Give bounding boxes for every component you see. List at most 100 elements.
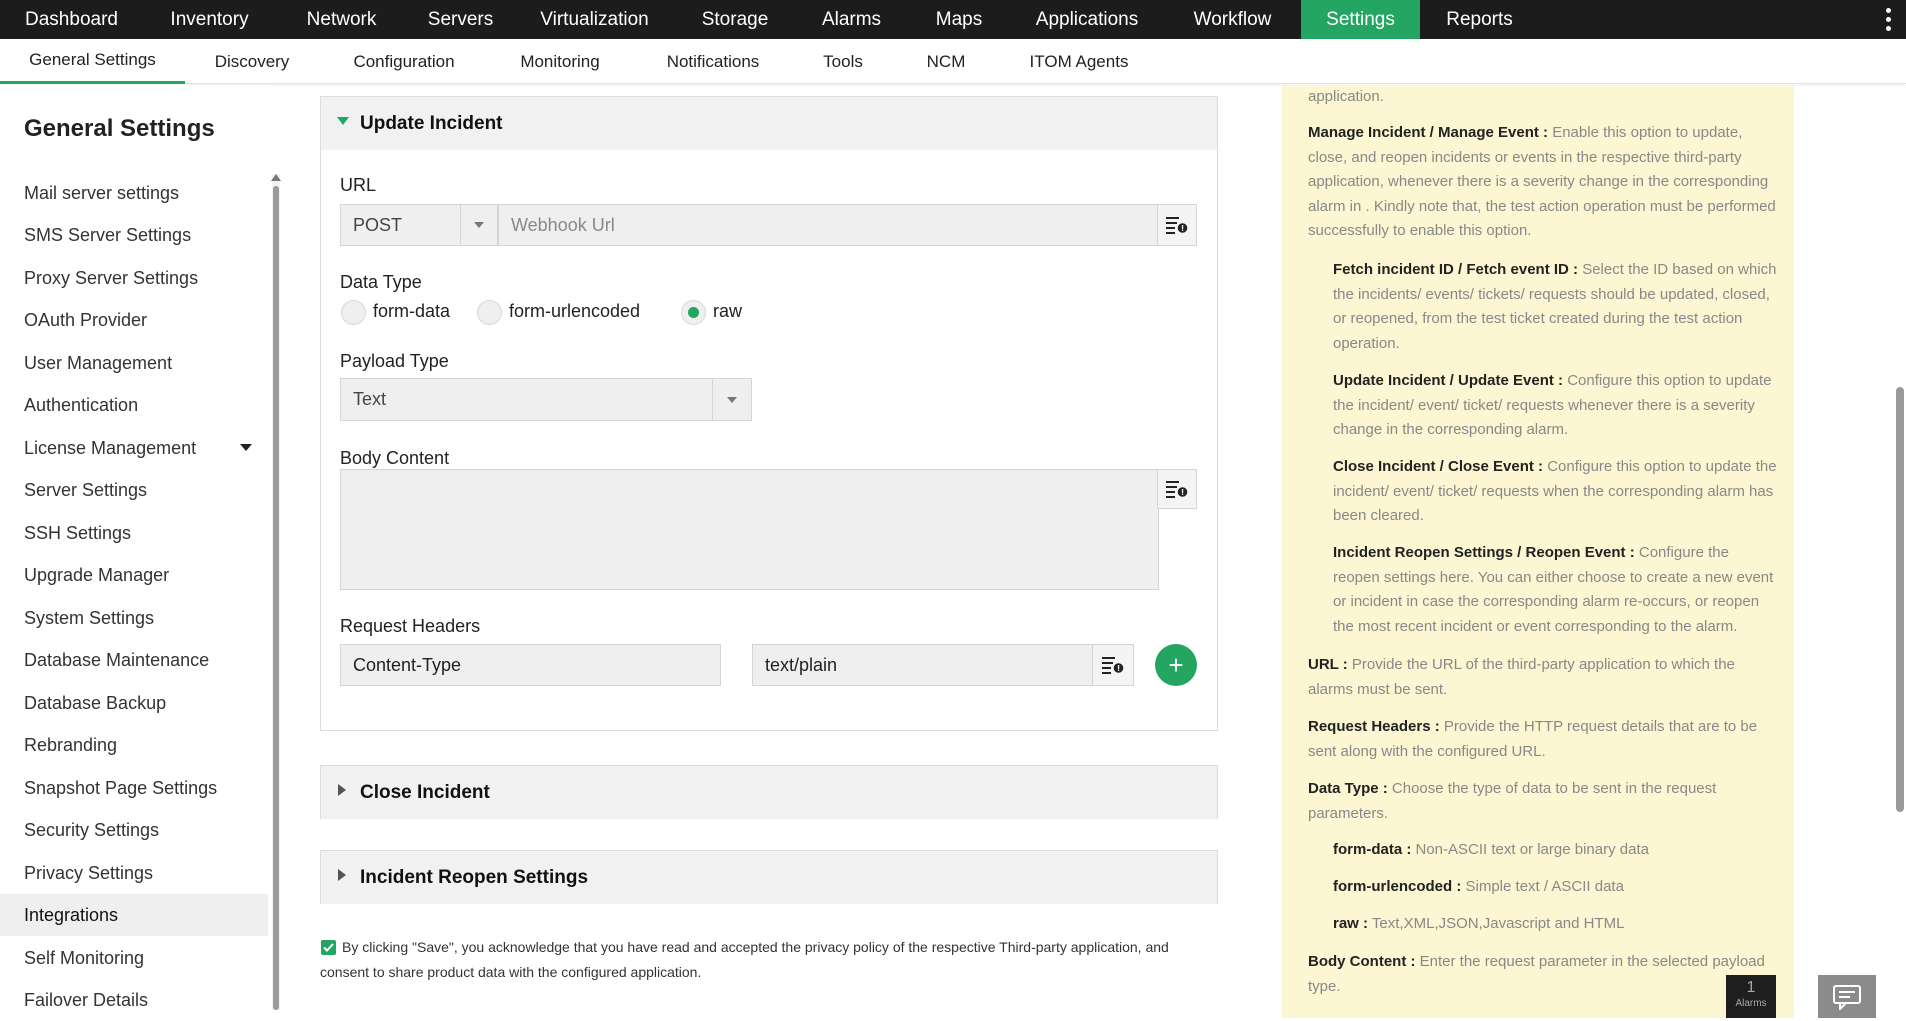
- tab-itom-agents[interactable]: ITOM Agents: [1012, 39, 1146, 84]
- close-incident-header[interactable]: Close Incident: [321, 766, 1217, 819]
- chevron-down-icon: [727, 397, 737, 403]
- sidebar-item-integrations[interactable]: Integrations: [0, 894, 268, 936]
- chevron-down-icon: [474, 222, 484, 228]
- nav-inventory[interactable]: Inventory: [143, 0, 276, 39]
- insert-variable-icon: [1166, 217, 1188, 234]
- help-close-incident: Close Incident / Close Event : Configure…: [1333, 458, 1777, 525]
- nav-settings[interactable]: Settings: [1301, 0, 1420, 39]
- collapsed-triangle-icon: [338, 784, 346, 796]
- sidebar-item-rebranding[interactable]: Rebranding: [0, 724, 268, 766]
- help-fetch-incident-id: Fetch incident ID / Fetch event ID : Sel…: [1333, 261, 1777, 352]
- radio-raw[interactable]: [681, 300, 706, 325]
- nav-dashboard[interactable]: Dashboard: [0, 0, 143, 39]
- tab-notifications[interactable]: Notifications: [650, 39, 776, 84]
- help-manage-incident: Manage Incident / Manage Event : Enable …: [1308, 124, 1776, 240]
- sidebar-title: General Settings: [24, 115, 215, 142]
- nav-virtualization[interactable]: Virtualization: [514, 0, 675, 39]
- tab-configuration[interactable]: Configuration: [334, 39, 474, 84]
- radio-form-urlencoded[interactable]: [477, 300, 502, 325]
- sidebar-item-privacy-settings[interactable]: Privacy Settings: [0, 852, 268, 894]
- sidebar-item-database-backup[interactable]: Database Backup: [0, 682, 268, 724]
- request-headers-label: Request Headers: [340, 616, 481, 636]
- sidebar-item-failover-details[interactable]: Failover Details: [0, 979, 268, 1021]
- webhook-url-placeholder: Webhook Url: [511, 214, 615, 235]
- nav-maps[interactable]: Maps: [908, 0, 1010, 39]
- payload-type-value: Text: [353, 389, 387, 409]
- expanded-triangle-icon: [337, 117, 349, 125]
- incident-reopen-header[interactable]: Incident Reopen Settings: [321, 851, 1217, 904]
- sub-nav: General Settings Discovery Configuration…: [0, 39, 1906, 84]
- sidebar: General Settings Mail server settings SM…: [0, 85, 272, 1018]
- tab-discovery[interactable]: Discovery: [196, 39, 308, 84]
- nav-workflow[interactable]: Workflow: [1164, 0, 1301, 39]
- sidebar-item-sms-server-settings[interactable]: SMS Server Settings: [0, 214, 268, 256]
- header-name-input[interactable]: Content-Type: [340, 644, 721, 686]
- body-content-textarea[interactable]: [340, 469, 1159, 590]
- scroll-up-icon[interactable]: [271, 174, 281, 181]
- radio-raw-label: raw: [713, 301, 743, 321]
- nav-reports[interactable]: Reports: [1420, 0, 1539, 39]
- close-incident-title: Close Incident: [360, 781, 490, 803]
- header-variables-button[interactable]: [1092, 644, 1134, 686]
- help-raw: raw : Text,XML,JSON,Javascript and HTML: [1333, 915, 1625, 932]
- alarm-badge[interactable]: 1 Alarms: [1726, 975, 1776, 1018]
- sidebar-item-mail-server-settings[interactable]: Mail server settings: [0, 172, 268, 214]
- url-variables-button[interactable]: [1157, 204, 1197, 246]
- help-url: URL : Provide the URL of the third-party…: [1308, 656, 1735, 698]
- consent-text: By clicking "Save", you acknowledge that…: [320, 939, 1169, 980]
- radio-form-urlencoded-label: form-urlencoded: [509, 301, 641, 321]
- radio-form-data[interactable]: [341, 300, 366, 325]
- sidebar-item-label: License Management: [24, 437, 197, 458]
- help-form-urlencoded: form-urlencoded : Simple text / ASCII da…: [1333, 878, 1624, 895]
- radio-form-data-label: form-data: [373, 301, 451, 321]
- tab-general-settings[interactable]: General Settings: [0, 39, 185, 84]
- tab-monitoring[interactable]: Monitoring: [498, 39, 622, 84]
- sidebar-item-authentication[interactable]: Authentication: [0, 384, 268, 426]
- select-divider: [712, 379, 713, 420]
- top-nav: Dashboard Inventory Network Servers Virt…: [0, 0, 1906, 39]
- insert-variable-icon: [1166, 481, 1188, 498]
- webhook-url-input[interactable]: Webhook Url: [498, 204, 1197, 246]
- alarm-label: Alarms: [1735, 998, 1767, 1009]
- help-reopen-settings: Incident Reopen Settings / Reopen Event …: [1333, 544, 1774, 635]
- sidebar-item-ssh-settings[interactable]: SSH Settings: [0, 512, 268, 554]
- payload-type-label: Payload Type: [340, 351, 449, 371]
- main-scrollbar-thumb[interactable]: [1896, 387, 1904, 812]
- update-incident-header[interactable]: Update Incident: [321, 97, 1217, 150]
- nav-applications[interactable]: Applications: [1010, 0, 1164, 39]
- alarm-count: 1: [1746, 979, 1756, 996]
- sidebar-item-self-monitoring[interactable]: Self Monitoring: [0, 937, 268, 979]
- more-menu-icon[interactable]: [1878, 4, 1898, 34]
- chat-button[interactable]: [1818, 975, 1876, 1018]
- help-intro-tail: application.: [1308, 88, 1384, 105]
- caret-down-icon[interactable]: [240, 444, 252, 451]
- sidebar-item-oauth-provider[interactable]: OAuth Provider: [0, 299, 268, 341]
- consent-checkbox[interactable]: [321, 940, 336, 955]
- incident-reopen-panel: Incident Reopen Settings: [320, 850, 1218, 904]
- sidebar-item-license-management[interactable]: License Management: [0, 427, 268, 469]
- header-value-input[interactable]: text/plain: [752, 644, 1096, 686]
- body-variables-button[interactable]: [1157, 469, 1197, 509]
- sidebar-item-upgrade-manager[interactable]: Upgrade Manager: [0, 554, 268, 596]
- sidebar-item-user-management[interactable]: User Management: [0, 342, 268, 384]
- help-data-type: Data Type : Choose the type of data to b…: [1308, 780, 1717, 822]
- nav-alarms[interactable]: Alarms: [795, 0, 908, 39]
- sidebar-item-security-settings[interactable]: Security Settings: [0, 809, 268, 851]
- nav-network[interactable]: Network: [276, 0, 407, 39]
- sidebar-scrollbar-thumb[interactable]: [273, 186, 279, 1010]
- sidebar-item-system-settings[interactable]: System Settings: [0, 597, 268, 639]
- sidebar-item-proxy-server-settings[interactable]: Proxy Server Settings: [0, 257, 268, 299]
- help-form-data: form-data : Non-ASCII text or large bina…: [1333, 841, 1649, 858]
- chat-icon: [1833, 984, 1861, 1010]
- help-body-content: Body Content : Enter the request paramet…: [1308, 953, 1765, 995]
- nav-storage[interactable]: Storage: [675, 0, 795, 39]
- sidebar-item-server-settings[interactable]: Server Settings: [0, 469, 268, 511]
- sidebar-item-database-maintenance[interactable]: Database Maintenance: [0, 639, 268, 681]
- http-method-value: POST: [353, 214, 403, 235]
- tab-tools[interactable]: Tools: [806, 39, 880, 84]
- tab-ncm[interactable]: NCM: [910, 39, 982, 84]
- add-header-button[interactable]: +: [1155, 644, 1197, 686]
- nav-servers[interactable]: Servers: [407, 0, 514, 39]
- sidebar-item-snapshot-page-settings[interactable]: Snapshot Page Settings: [0, 767, 268, 809]
- payload-type-select[interactable]: Text: [340, 378, 752, 421]
